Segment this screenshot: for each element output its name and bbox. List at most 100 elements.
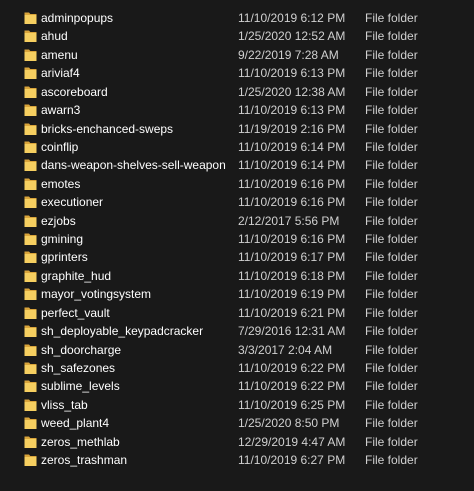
file-date-modified: 1/25/2020 8:50 PM <box>238 416 340 431</box>
file-date-modified: 11/10/2019 6:18 PM <box>238 268 346 283</box>
file-row[interactable]: sh_deployable_keypadcracker 7/29/2016 12:… <box>0 322 474 340</box>
file-row[interactable]: amenu 9/22/2019 7:28 AM File folder <box>0 46 474 64</box>
file-name: amenu <box>41 47 78 62</box>
file-date-modified: 2/12/2017 5:56 PM <box>238 213 340 228</box>
file-type: File folder <box>365 250 418 265</box>
file-date-modified: 3/3/2017 2:04 AM <box>238 342 333 357</box>
folder-icon <box>24 103 37 117</box>
file-type: File folder <box>365 305 418 320</box>
folder-icon <box>24 416 37 430</box>
file-name: ascoreboard <box>41 84 108 99</box>
file-date-modified: 1/25/2020 12:38 AM <box>238 84 346 99</box>
file-type: File folder <box>365 232 418 247</box>
folder-icon <box>24 48 37 62</box>
file-date-modified: 11/10/2019 6:13 PM <box>238 66 346 81</box>
file-date-modified: 11/19/2019 2:16 PM <box>238 121 346 136</box>
file-row[interactable]: zeros_trashman 11/10/2019 6:27 PM File fol… <box>0 451 474 469</box>
folder-icon <box>24 343 37 357</box>
file-type: File folder <box>365 453 418 468</box>
file-name: ahud <box>41 29 68 44</box>
file-name: sh_safezones <box>41 361 116 376</box>
file-name: sh_deployable_keypadcracker <box>41 324 204 339</box>
file-date-modified: 9/22/2019 7:28 AM <box>238 47 339 62</box>
file-row[interactable]: sh_doorcharge 3/3/2017 2:04 AM File folder <box>0 341 474 359</box>
file-row[interactable]: weed_plant4 1/25/2020 8:50 PM File folder <box>0 414 474 432</box>
file-date-modified: 11/10/2019 6:16 PM <box>238 176 346 191</box>
folder-icon <box>24 140 37 154</box>
file-row[interactable]: adminpopups 11/10/2019 6:12 PM File folder <box>0 9 474 27</box>
file-type: File folder <box>365 361 418 376</box>
file-row[interactable]: ezjobs 2/12/2017 5:56 PM File folder <box>0 212 474 230</box>
folder-icon <box>24 11 37 25</box>
file-name: vliss_tab <box>41 397 88 412</box>
file-name: sh_doorcharge <box>41 342 122 357</box>
file-row[interactable]: executioner 11/10/2019 6:16 PM File folder <box>0 193 474 211</box>
file-date-modified: 11/10/2019 6:14 PM <box>238 158 346 173</box>
folder-icon <box>24 66 37 80</box>
file-date-modified: 11/10/2019 6:22 PM <box>238 379 346 394</box>
folder-icon <box>24 250 37 264</box>
file-row[interactable]: awarn3 11/10/2019 6:13 PM File folder <box>0 101 474 119</box>
file-name: bricks-enchanced-sweps <box>41 121 174 136</box>
file-name: graphite_hud <box>41 268 112 283</box>
file-row[interactable]: zeros_methlab 12/29/2019 4:47 AM File fold… <box>0 433 474 451</box>
file-name: adminpopups <box>41 11 114 25</box>
file-date-modified: 11/10/2019 6:14 PM <box>238 139 346 154</box>
file-row[interactable]: sublime_levels 11/10/2019 6:22 PM File fol… <box>0 377 474 395</box>
file-date-modified: 11/10/2019 6:12 PM <box>238 11 346 25</box>
file-date-modified: 11/10/2019 6:21 PM <box>238 305 346 320</box>
file-name: zeros_methlab <box>41 434 120 449</box>
file-row[interactable]: mayor_votingsystem 11/10/2019 6:19 PM File… <box>0 285 474 303</box>
file-type: File folder <box>365 195 418 210</box>
file-type: File folder <box>365 397 418 412</box>
file-type: File folder <box>365 213 418 228</box>
file-date-modified: 11/10/2019 6:22 PM <box>238 361 346 376</box>
file-row[interactable]: vliss_tab 11/10/2019 6:25 PM File folder <box>0 396 474 414</box>
file-row[interactable]: ahud 1/25/2020 12:52 AM File folder <box>0 27 474 45</box>
file-type: File folder <box>365 47 418 62</box>
file-row[interactable]: graphite_hud 11/10/2019 6:18 PM File folde… <box>0 267 474 285</box>
file-type: File folder <box>365 324 418 339</box>
file-type: File folder <box>365 268 418 283</box>
file-date-modified: 11/10/2019 6:13 PM <box>238 103 346 118</box>
folder-icon <box>24 435 37 449</box>
folder-icon <box>24 195 37 209</box>
file-row[interactable]: ariviaf4 11/10/2019 6:13 PM File folder <box>0 64 474 82</box>
file-name: mayor_votingsystem <box>41 287 152 302</box>
file-row[interactable]: ascoreboard 1/25/2020 12:38 AM File folder <box>0 83 474 101</box>
folder-icon <box>24 361 37 375</box>
folder-icon <box>24 398 37 412</box>
file-row[interactable]: sh_safezones 11/10/2019 6:22 PM File folde… <box>0 359 474 377</box>
file-row[interactable]: perfect_vault 11/10/2019 6:21 PM File fold… <box>0 304 474 322</box>
file-list: adminpopups 11/10/2019 6:12 PM File folder… <box>0 0 474 491</box>
folder-icon <box>24 158 37 172</box>
file-date-modified: 11/10/2019 6:16 PM <box>238 232 346 247</box>
file-row[interactable]: gmining 11/10/2019 6:16 PM File folder <box>0 230 474 248</box>
file-name: awarn3 <box>41 103 81 118</box>
folder-icon <box>24 324 37 338</box>
file-type: File folder <box>365 29 418 44</box>
file-type: File folder <box>365 121 418 136</box>
file-name: sublime_levels <box>41 379 120 394</box>
folder-icon <box>24 177 37 191</box>
file-row[interactable]: coinflip 11/10/2019 6:14 PM File folder <box>0 138 474 156</box>
file-name: gmining <box>41 232 84 247</box>
file-row[interactable]: gprinters 11/10/2019 6:17 PM File folder <box>0 248 474 266</box>
file-date-modified: 12/29/2019 4:47 AM <box>238 434 346 449</box>
file-name: ezjobs <box>41 213 76 228</box>
file-name: executioner <box>41 195 104 210</box>
file-type: File folder <box>365 287 418 302</box>
file-type: File folder <box>365 139 418 154</box>
folder-icon <box>24 306 37 320</box>
file-name: weed_plant4 <box>41 416 110 431</box>
folder-icon <box>24 85 37 99</box>
file-date-modified: 1/25/2020 12:52 AM <box>238 29 346 44</box>
file-row[interactable]: dans-weapon-shelves-sell-weapons-t... 11/… <box>0 156 474 174</box>
file-name: emotes <box>41 176 81 191</box>
file-name: perfect_vault <box>41 305 110 320</box>
file-name: gprinters <box>41 250 88 265</box>
folder-icon <box>24 214 37 228</box>
folder-icon <box>24 232 37 246</box>
file-row[interactable]: bricks-enchanced-sweps 11/19/2019 2:16 PM… <box>0 120 474 138</box>
file-row[interactable]: emotes 11/10/2019 6:16 PM File folder <box>0 175 474 193</box>
